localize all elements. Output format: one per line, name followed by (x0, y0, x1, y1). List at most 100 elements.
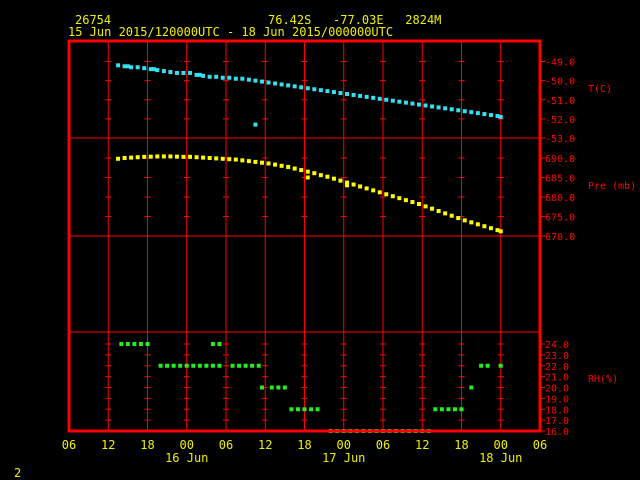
y-tick-label: -50.0 (545, 77, 575, 88)
pressure-point (194, 155, 199, 160)
pressure-point (168, 154, 173, 159)
temperature-point (220, 75, 225, 80)
temperature-point (142, 66, 147, 71)
temperature-point (312, 87, 317, 92)
relative_humidity-point (243, 363, 248, 368)
pressure-point (259, 160, 264, 165)
temperature-point (410, 101, 415, 106)
pressure-point (227, 157, 232, 162)
relative_humidity-point (433, 407, 438, 412)
pressure-point (122, 156, 127, 160)
pressure-point (488, 226, 493, 231)
pressure-point (358, 184, 363, 189)
y-tick-label: 23.0 (545, 351, 569, 362)
pressure-point (148, 154, 153, 159)
temperature-point (397, 99, 402, 104)
temperature-point (201, 73, 206, 78)
pressure-point (305, 169, 310, 174)
pressure-point (181, 154, 186, 159)
pressure-point (312, 171, 317, 176)
temperature-point (214, 74, 219, 79)
relative_humidity-point (217, 363, 222, 368)
temperature-point (469, 110, 474, 115)
relative_humidity-point (256, 363, 261, 368)
y-tick-label: 20.0 (545, 384, 569, 395)
y-tick-label: -53.0 (545, 134, 575, 145)
pressure-point (423, 204, 428, 209)
pressure-point (214, 156, 219, 161)
x-tick-label: 00 (494, 438, 508, 452)
pressure-point (233, 157, 238, 162)
temperature-point (233, 76, 238, 81)
relative_humidity-point (276, 385, 281, 390)
relative_humidity-point (439, 407, 444, 412)
pressure-point (142, 154, 147, 159)
y-tick-label: 21.0 (545, 373, 569, 384)
temperature-point (161, 69, 166, 74)
pressure-point (220, 156, 225, 161)
relative_humidity-point (210, 363, 215, 368)
pressure-point (403, 198, 408, 203)
pressure-point (266, 161, 271, 166)
x-date-label: 16 Jun (165, 451, 208, 465)
temperature-point (246, 77, 251, 82)
temperature-point (416, 102, 421, 107)
temperature-point (449, 107, 454, 112)
pressure-point (436, 209, 441, 214)
y-tick-label: 675.0 (545, 213, 575, 224)
relative_humidity-point (145, 342, 150, 346)
temperature-point (168, 70, 173, 75)
temperature-point (331, 90, 336, 95)
temperature-point (116, 63, 121, 68)
temperature-point (462, 109, 467, 114)
pressure-point (390, 194, 395, 199)
relative_humidity-point (204, 363, 209, 368)
x-date-label: 18 Jun (479, 451, 522, 465)
temperature-point (498, 114, 503, 119)
x-tick-label: 18 (140, 438, 154, 452)
y-tick-label: 17.0 (545, 416, 569, 427)
pressure-point (286, 164, 291, 169)
temperature-point (305, 86, 310, 91)
temperature-point (227, 75, 232, 80)
relative_humidity-point (158, 363, 163, 368)
relative_humidity-point (282, 385, 287, 390)
temperature-point (266, 80, 271, 85)
temperature-point (299, 85, 304, 90)
y-tick-label: 16.0 (545, 427, 569, 438)
y-tick-label: 18.0 (545, 405, 569, 416)
relative_humidity-point (138, 342, 143, 346)
relative_humidity-point (302, 407, 307, 412)
pressure-point (475, 222, 480, 227)
pressure-point (279, 163, 284, 168)
relative_humidity-point (259, 385, 264, 390)
relative_humidity-point (485, 363, 490, 368)
temperature-point (338, 91, 343, 96)
temperature-point (129, 65, 134, 70)
y-tick-label: 690.0 (545, 154, 575, 165)
pressure-point (155, 154, 160, 159)
temperature-point (377, 96, 382, 101)
temperature-point (403, 100, 408, 105)
pressure-point (305, 175, 310, 180)
x-tick-label: 12 (258, 438, 272, 452)
x-tick-label: 06 (62, 438, 76, 452)
temperature-point (443, 106, 448, 111)
pressure-point (161, 154, 166, 159)
temperature-point (207, 74, 212, 79)
pressure-point (246, 159, 251, 164)
temperature-point (286, 83, 291, 88)
y-tick-label: -51.0 (545, 96, 575, 107)
relative_humidity-point (459, 407, 464, 412)
relative_humidity-point (184, 363, 189, 368)
relative_humidity-point (197, 363, 202, 368)
pressure-point (273, 162, 278, 167)
temperature-point (390, 98, 395, 103)
temperature-point (423, 103, 428, 108)
temperature-point (155, 68, 160, 73)
pressure-point (345, 183, 350, 188)
temperature-point (325, 89, 330, 94)
relative_humidity-point (178, 363, 183, 368)
y-tick-label: 670.0 (545, 232, 575, 243)
y-tick-label: 22.0 (545, 362, 569, 373)
